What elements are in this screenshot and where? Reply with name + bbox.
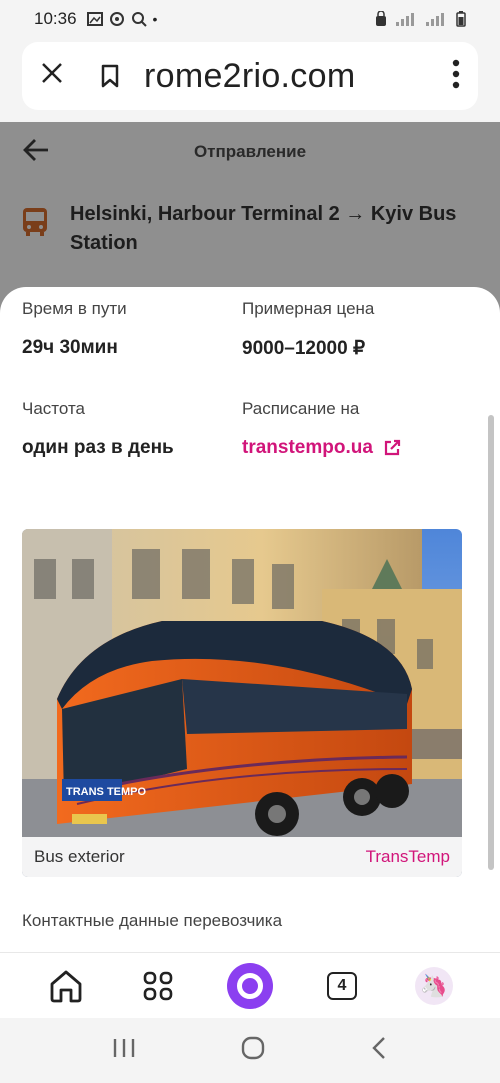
bookmark-icon: [101, 64, 119, 88]
photo-caption: Bus exterior TransTemp: [22, 837, 462, 877]
alarm-icon: [376, 11, 386, 26]
alice-assistant-button[interactable]: [225, 961, 275, 1011]
status-bar: 10:36 •: [0, 0, 500, 38]
signal-icon: [396, 13, 414, 26]
system-nav-bar: [0, 1018, 500, 1083]
close-icon: [42, 63, 62, 83]
home-icon: [50, 970, 82, 1002]
bookmark-button[interactable]: [90, 64, 130, 88]
status-time: 10:36: [34, 9, 77, 28]
search-status-icon: [131, 12, 147, 27]
route-name: Helsinki, Harbour Terminal 2 → Kyiv Bus …: [70, 203, 457, 254]
tabs-count-icon: 4: [327, 971, 357, 1000]
external-link-icon: [384, 439, 401, 456]
photo-credit-link[interactable]: TransTemp: [366, 847, 450, 867]
price-label: Примерная цена: [242, 299, 375, 318]
bus-brand-logo: TRANS TEMPO: [66, 786, 147, 798]
page-header: Отправление: [0, 122, 500, 182]
browser-menu-button[interactable]: [452, 59, 460, 94]
carrier-contact-heading: Контактные данные перевозчика: [22, 911, 283, 930]
browser-url-bar: rome2rio.com: [22, 42, 478, 110]
back-button[interactable]: [22, 136, 50, 169]
page-title: Отправление: [193, 142, 307, 161]
frequency-cell: Частота один раз в день: [22, 399, 174, 459]
tabs-button[interactable]: 4: [317, 961, 367, 1011]
home-button[interactable]: [41, 961, 91, 1011]
apps-button[interactable]: [133, 961, 183, 1011]
frequency-label: Частота: [22, 399, 86, 418]
dot-icon: •: [152, 11, 158, 27]
schedule-label: Расписание на: [242, 399, 360, 418]
signal-2-icon: [426, 13, 444, 26]
battery-icon: [456, 11, 466, 27]
system-back-button[interactable]: [369, 1035, 389, 1066]
schedule-link[interactable]: transtempo.ua: [242, 437, 401, 459]
frequency-value: один раз в день: [22, 437, 174, 458]
gallery-icon: [86, 12, 103, 26]
profile-button[interactable]: 🦄: [409, 961, 459, 1011]
duration-label: Время в пути: [22, 299, 127, 318]
bus-photo[interactable]: TRANS TEMPO Bus exterior TransTemp: [22, 529, 462, 877]
schedule-link-text[interactable]: transtempo.ua: [242, 437, 373, 459]
schedule-cell: Расписание на transtempo.ua: [242, 399, 401, 459]
browser-bottom-nav: 4 🦄: [0, 952, 500, 1018]
arrow-left-icon: [23, 139, 48, 161]
at-icon: [109, 12, 124, 26]
route-header: Helsinki, Harbour Terminal 2 → Kyiv Bus …: [22, 200, 482, 258]
url-text[interactable]: rome2rio.com: [144, 57, 355, 96]
status-system-icons: [374, 11, 466, 27]
more-vertical-icon: [452, 59, 460, 88]
photo-caption-text: Bus exterior: [34, 847, 125, 866]
details-sheet: Время в пути 29ч 30мин Примерная цена 90…: [0, 287, 500, 952]
unicorn-avatar-icon: 🦄: [415, 966, 453, 1005]
price-cell: Примерная цена 9000–12000 ₽: [242, 299, 374, 360]
sheet-scrollbar[interactable]: [488, 415, 494, 870]
alice-icon: [227, 962, 273, 1009]
bus-image: TRANS TEMPO: [22, 529, 462, 877]
status-notification-icons: •: [86, 11, 158, 27]
chevron-left-icon: [371, 1037, 385, 1059]
system-home-button[interactable]: [240, 1035, 266, 1066]
bus-icon: [22, 206, 48, 258]
duration-value: 29ч 30мин: [22, 337, 118, 358]
recent-apps-button[interactable]: [111, 1037, 137, 1064]
grid-icon: [143, 971, 173, 1000]
home-circle-icon: [241, 1036, 265, 1060]
recents-icon: [114, 1039, 135, 1057]
duration-cell: Время в пути 29ч 30мин: [22, 299, 127, 359]
close-tab-button[interactable]: [40, 59, 80, 93]
price-value: 9000–12000 ₽: [242, 338, 366, 359]
